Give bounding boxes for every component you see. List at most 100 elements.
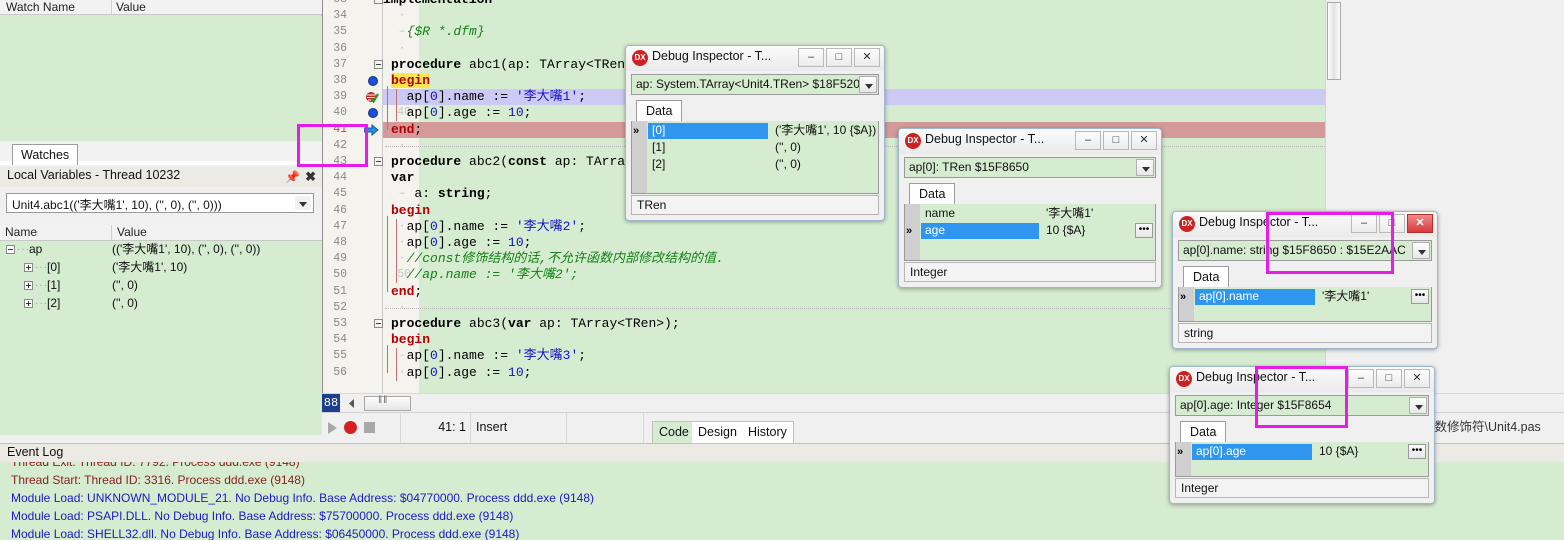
expand-icon[interactable] xyxy=(24,299,33,309)
chevron-down-icon[interactable] xyxy=(1412,242,1430,259)
tab-history[interactable]: History xyxy=(742,421,794,443)
insert-mode[interactable]: Insert xyxy=(470,413,565,443)
locals-row[interactable]: ···[1] ('', 0) xyxy=(0,277,322,295)
inspector-age-titlebar-box xyxy=(1255,366,1348,428)
inspector-grid[interactable]: » ••• ap[0].name '李大嘴1' xyxy=(1178,287,1432,322)
close-button[interactable]: ✕ xyxy=(1404,369,1430,388)
close-button[interactable]: ✕ xyxy=(1407,214,1433,233)
inspector-row-name[interactable]: name xyxy=(921,206,1039,222)
locals-col-value[interactable]: Value xyxy=(112,225,322,241)
horizontal-scroll-thumb[interactable] xyxy=(364,395,411,411)
locals-row[interactable]: ···ap (('李大嘴1', 10), ('', 0), ('', 0)) xyxy=(0,241,322,259)
inspector-row-value[interactable]: 10 {$A} xyxy=(1043,223,1148,239)
inspector-row-name[interactable]: [1] xyxy=(648,140,768,156)
line-number: 33 xyxy=(323,0,350,8)
inspector-row[interactable]: ap[0].age 10 {$A} xyxy=(1192,444,1428,460)
dx-icon: DX xyxy=(1179,216,1195,232)
inspector-row-value[interactable]: ('', 0) xyxy=(772,157,878,173)
locals-scope-combo[interactable]: Unit4.abc1(('李大嘴1', 10), ('', 0), ('', 0… xyxy=(6,193,314,213)
inspector-expression-combo[interactable]: ap: System.TArray<Unit4.TRen> $18F520 xyxy=(631,74,879,95)
inspector-row[interactable]: age 10 {$A} xyxy=(921,223,1155,239)
inspector-grid[interactable]: name '李大嘴1'» ••• age 10 {$A} xyxy=(904,204,1156,261)
vertical-scroll-thumb[interactable] xyxy=(1327,2,1341,80)
tab-data[interactable]: Data xyxy=(1183,266,1230,287)
expand-icon[interactable] xyxy=(24,263,33,273)
inspector-grid[interactable]: » [0] ('李大嘴1', 10 {$A}) [1] ('', 0) [2] ('', 0… xyxy=(631,121,879,194)
locals-row-name[interactable]: ···[0] xyxy=(24,259,60,277)
tab-design[interactable]: Design xyxy=(692,421,744,443)
locals-row-name[interactable]: ···ap xyxy=(6,241,42,259)
watch-col-value[interactable]: Value xyxy=(112,0,232,15)
inspector-row-name[interactable]: [0] xyxy=(648,123,768,139)
locals-row[interactable]: ···[0] ('李大嘴1', 10) xyxy=(0,259,322,277)
close-button[interactable]: ✕ xyxy=(854,48,880,67)
stop-square-icon[interactable] xyxy=(364,422,375,433)
fold-toggle-icon[interactable] xyxy=(374,319,383,328)
inspector-grid[interactable]: » ••• ap[0].age 10 {$A} xyxy=(1175,442,1429,477)
fold-toggle-icon[interactable] xyxy=(374,59,383,69)
line-number: 50 xyxy=(333,268,347,282)
chevron-down-icon[interactable] xyxy=(1136,159,1154,176)
breakpoint-dot-icon[interactable] xyxy=(368,108,378,119)
maximize-button[interactable]: □ xyxy=(1103,131,1129,150)
close-icon[interactable]: ✖ xyxy=(305,169,316,185)
locals-row-name[interactable]: ···[1] xyxy=(24,277,60,295)
event-log-row[interactable]: Module Load: PSAPI.DLL. No Debug Info. B… xyxy=(0,507,1564,525)
inspector-row[interactable]: [1] ('', 0) xyxy=(648,140,878,156)
inspector-row[interactable]: [2] ('', 0) xyxy=(648,157,878,173)
event-log-row[interactable]: Module Load: SHELL32.dll. No Debug Info.… xyxy=(0,525,1564,540)
fold-toggle-icon[interactable] xyxy=(374,0,383,4)
maximize-button[interactable]: □ xyxy=(826,48,852,67)
pin-icon[interactable]: 📌 xyxy=(285,170,300,184)
maximize-button[interactable]: □ xyxy=(1376,369,1402,388)
inspector-array[interactable]: DX Debug Inspector - T... – □ ✕ ap: System.TA… xyxy=(625,45,885,221)
locals-row-name[interactable]: ···[2] xyxy=(24,295,60,313)
inspector-type-status: Integer xyxy=(1175,478,1429,498)
inspector-row-value[interactable]: '李大嘴1' xyxy=(1043,206,1148,222)
breakpoint-dot-icon[interactable] xyxy=(368,76,378,86)
inspector-row-value[interactable]: ('李大嘴1', 10 {$A}) xyxy=(772,123,878,139)
chevron-down-icon[interactable] xyxy=(295,196,311,210)
inspector-row-name[interactable]: ap[0].age xyxy=(1192,444,1312,460)
locals-grid[interactable]: ···ap (('李大嘴1', 10), ('', 0), ('', 0)) ···… xyxy=(0,241,322,435)
inspector-row-name[interactable]: age xyxy=(921,223,1039,239)
chevron-down-icon[interactable] xyxy=(859,76,877,93)
caret-position: 41: 1 xyxy=(400,413,466,443)
inspector-row-value[interactable]: 10 {$A} xyxy=(1316,444,1421,460)
record-circle-icon[interactable] xyxy=(344,421,357,434)
inspector-expression-combo[interactable]: ap[0]: TRen $15F8650 xyxy=(904,157,1156,178)
minimize-button[interactable]: – xyxy=(798,48,824,67)
inspector-titlebar[interactable]: DX Debug Inspector - T... – □ ✕ xyxy=(899,129,1161,154)
locals-col-name[interactable]: Name xyxy=(0,225,112,241)
minimize-button[interactable]: – xyxy=(1348,369,1374,388)
locals-row[interactable]: ···[2] ('', 0) xyxy=(0,295,322,313)
inspector-titlebar[interactable]: DX Debug Inspector - T... – □ ✕ xyxy=(626,46,884,71)
tab-code[interactable]: Code xyxy=(652,421,696,443)
inspector-row-name[interactable]: ap[0].name xyxy=(1195,289,1315,305)
fold-toggle-icon[interactable] xyxy=(374,157,383,166)
inspector-row-name[interactable]: [2] xyxy=(648,157,768,173)
breakpoint-valid-icon[interactable] xyxy=(366,91,379,104)
inspector-row-value[interactable]: '李大嘴1' xyxy=(1319,289,1424,305)
tab-data[interactable]: Data xyxy=(1180,421,1227,442)
chevron-down-icon[interactable] xyxy=(1409,397,1427,414)
close-button[interactable]: ✕ xyxy=(1131,131,1157,150)
collapse-icon[interactable] xyxy=(6,245,15,255)
expand-icon[interactable] xyxy=(24,281,33,291)
inspector-row[interactable]: ap[0].name '李大嘴1' xyxy=(1195,289,1431,305)
tab-watches[interactable]: Watches xyxy=(12,144,79,165)
minimize-button[interactable]: – xyxy=(1075,131,1101,150)
tab-data[interactable]: Data xyxy=(909,183,956,204)
inspector-row[interactable]: name '李大嘴1' xyxy=(921,206,1155,222)
statement-indent-bar xyxy=(396,218,397,284)
watch-col-name[interactable]: Watch Name xyxy=(2,0,112,15)
scroll-left-icon[interactable] xyxy=(344,396,360,411)
inspector-expression-value: ap: System.TArray<Unit4.TRen> $18F520 xyxy=(636,77,860,91)
tree-line-icon: ··· xyxy=(35,262,48,274)
inspector-row[interactable]: [0] ('李大嘴1', 10 {$A}) xyxy=(648,123,878,139)
tab-data[interactable]: Data xyxy=(636,100,683,121)
inspector-row-value[interactable]: ('', 0) xyxy=(772,140,878,156)
inspector-record[interactable]: DX Debug Inspector - T... – □ ✕ ap[0]: TRen $… xyxy=(898,128,1162,288)
watch-list-body[interactable] xyxy=(0,16,322,141)
run-arrow-icon[interactable] xyxy=(328,422,337,434)
